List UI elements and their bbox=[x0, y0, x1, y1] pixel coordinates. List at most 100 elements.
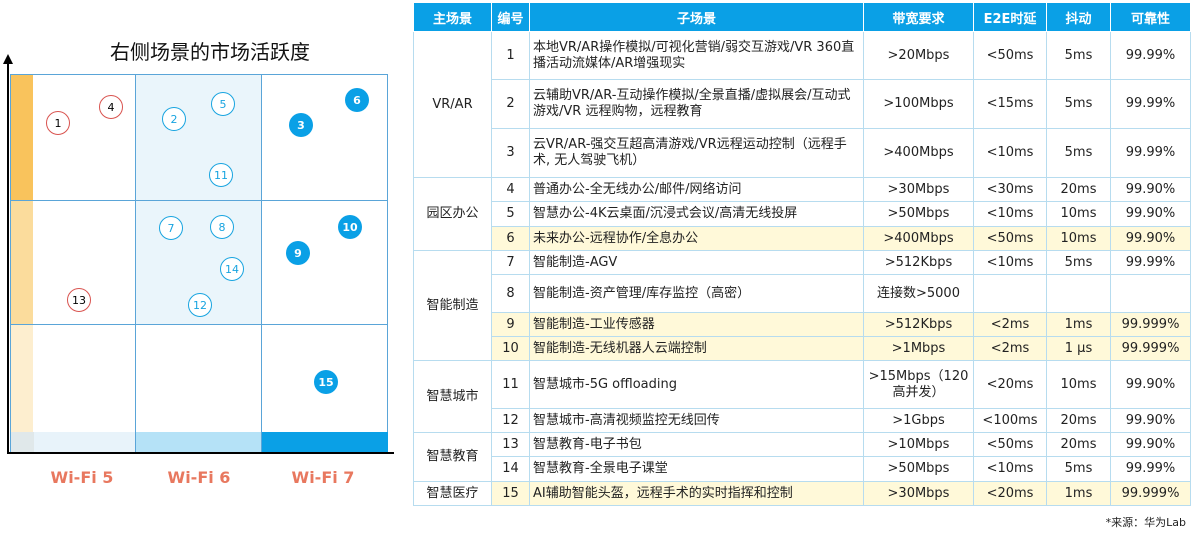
table-row: 9 智能制造-工业传感器 >512Kbps <2ms 1ms 99.999% bbox=[414, 312, 1191, 337]
reliability-cell: 99.99% bbox=[1110, 79, 1191, 129]
sub-scene-cell: AI辅助智能头盔，远程手术的实时指挥和控制 bbox=[529, 481, 864, 506]
col-header-sub-scene: 子场景 bbox=[529, 2, 864, 32]
reliability-cell: 99.99% bbox=[1110, 250, 1191, 275]
col-header-jitter: 抖动 bbox=[1046, 2, 1111, 32]
scenario-bubble: 15 bbox=[314, 370, 338, 394]
e2e-latency-cell: <2ms bbox=[973, 336, 1047, 361]
scene-number-cell: 5 bbox=[491, 201, 530, 227]
col-header-e2e-latency: E2E时延 bbox=[973, 2, 1047, 32]
scenario-bubble: 5 bbox=[211, 92, 235, 116]
scenario-requirements-table: 主场景 编号 子场景 带宽要求 E2E时延 抖动 可靠性 VR/AR 1 本地VR/… bbox=[413, 2, 1191, 506]
scene-number-cell: 14 bbox=[491, 456, 530, 482]
grid-cell bbox=[261, 200, 388, 325]
jitter-cell: 10ms bbox=[1046, 201, 1111, 227]
reliability-cell: 99.90% bbox=[1110, 226, 1191, 251]
sub-scene-cell: 云VR/AR-强交互超高清游戏/VR远程运动控制（远程手术, 无人驾驶飞机） bbox=[529, 128, 864, 178]
scene-number-cell: 12 bbox=[491, 408, 530, 433]
grid-cell bbox=[261, 74, 388, 201]
scenario-bubble: 3 bbox=[289, 113, 313, 137]
scene-number-cell: 10 bbox=[491, 336, 530, 361]
bandwidth-cell: >1Gbps bbox=[863, 408, 974, 433]
jitter-cell: 1ms bbox=[1046, 481, 1111, 506]
e2e-latency-cell: <15ms bbox=[973, 79, 1047, 129]
scenario-bubble: 1 bbox=[46, 111, 70, 135]
scenario-bubble: 10 bbox=[338, 215, 362, 239]
chart-title: 右侧场景的市场活跃度 bbox=[110, 40, 310, 64]
scene-number-cell: 7 bbox=[491, 250, 530, 275]
sub-scene-cell: 智慧城市-5G offloading bbox=[529, 360, 864, 409]
reliability-cell: 99.90% bbox=[1110, 432, 1191, 457]
scenario-bubble: 13 bbox=[67, 288, 91, 312]
table-row: 2 云辅助VR/AR-互动操作模拟/全景直播/虚拟展会/互动式游戏/VR 远程购物… bbox=[414, 79, 1191, 129]
sub-scene-cell: 普通办公-全无线办公/邮件/网络访问 bbox=[529, 177, 864, 202]
wifi5-bar bbox=[34, 432, 135, 452]
y-axis bbox=[7, 60, 9, 454]
bandwidth-cell: >512Kbps bbox=[863, 250, 974, 275]
reliability-cell: 99.90% bbox=[1110, 177, 1191, 202]
e2e-latency-cell: <2ms bbox=[973, 312, 1047, 337]
sub-scene-cell: 智能制造-无线机器人云端控制 bbox=[529, 336, 864, 361]
reliability-cell: 99.999% bbox=[1110, 312, 1191, 337]
bandwidth-cell: >400Mbps bbox=[863, 226, 974, 251]
sub-scene-cell: 未来办公-远程协作/全息办公 bbox=[529, 226, 864, 251]
sub-scene-cell: 智慧城市-高清视频监控无线回传 bbox=[529, 408, 864, 433]
bandwidth-cell: >10Mbps bbox=[863, 432, 974, 457]
e2e-latency-cell: <30ms bbox=[973, 177, 1047, 202]
col-header-bandwidth: 带宽要求 bbox=[863, 2, 974, 32]
table-row: VR/AR 1 本地VR/AR操作模拟/可视化营销/弱交互游戏/VR 360直播活动… bbox=[413, 31, 1191, 178]
col-header-main-scene: 主场景 bbox=[413, 2, 492, 32]
scene-number-cell: 3 bbox=[491, 128, 530, 178]
jitter-cell: 10ms bbox=[1046, 226, 1111, 251]
jitter-cell: 5ms bbox=[1046, 128, 1111, 178]
bandwidth-cell: >1Mbps bbox=[863, 336, 974, 361]
reliability-cell bbox=[1110, 274, 1191, 313]
scene-number-cell: 8 bbox=[491, 274, 530, 313]
e2e-latency-cell: <10ms bbox=[973, 456, 1047, 482]
scenario-bubble: 11 bbox=[209, 163, 233, 187]
jitter-cell: 5ms bbox=[1046, 250, 1111, 275]
reliability-cell: 99.99% bbox=[1110, 128, 1191, 178]
e2e-latency-cell: <50ms bbox=[973, 226, 1047, 251]
sub-scene-cell: 智能制造-资产管理/库存监控（高密） bbox=[529, 274, 864, 313]
bandwidth-cell: >50Mbps bbox=[863, 456, 974, 482]
scene-number-cell: 11 bbox=[491, 360, 530, 409]
source-note: *来源：华为Lab bbox=[1105, 516, 1186, 529]
y-axis-arrow-icon bbox=[3, 54, 13, 64]
e2e-latency-cell: <50ms bbox=[973, 31, 1047, 80]
wifi7-bar bbox=[262, 432, 388, 452]
sub-scene-cell: 智慧教育-全景电子课堂 bbox=[529, 456, 864, 482]
bandwidth-cell: >15Mbps（120高并发） bbox=[863, 360, 974, 409]
jitter-cell: 1ms bbox=[1046, 312, 1111, 337]
bandwidth-cell: >30Mbps bbox=[863, 177, 974, 202]
x-label-wifi6: Wi-Fi 6 bbox=[167, 468, 231, 487]
table-row: 智慧教育 13 智慧教育-电子书包 >10Mbps <50ms 20ms 99.90% bbox=[413, 432, 1191, 482]
jitter-cell: 5ms bbox=[1046, 456, 1111, 482]
x-label-wifi7: Wi-Fi 7 bbox=[291, 468, 355, 487]
scene-number-cell: 9 bbox=[491, 312, 530, 337]
e2e-latency-cell: <10ms bbox=[973, 201, 1047, 227]
table-row: 3 云VR/AR-强交互超高清游戏/VR远程运动控制（远程手术, 无人驾驶飞机） >… bbox=[414, 128, 1191, 178]
jitter-cell: 5ms bbox=[1046, 79, 1111, 129]
scenario-bubble: 4 bbox=[99, 95, 123, 119]
sub-scene-cell: 云辅助VR/AR-互动操作模拟/全景直播/虚拟展会/互动式游戏/VR 远程购物，… bbox=[529, 79, 864, 129]
scene-number-cell: 6 bbox=[491, 226, 530, 251]
table-row: 智慧城市 11 智慧城市-5G offloading >15Mbps（120高并发） <… bbox=[413, 360, 1191, 433]
main-scene-cell: 智慧教育 bbox=[413, 432, 492, 482]
reliability-cell: 99.99% bbox=[1110, 456, 1191, 482]
table-body: VR/AR 1 本地VR/AR操作模拟/可视化营销/弱交互游戏/VR 360直播活动… bbox=[413, 31, 1191, 506]
reliability-cell: 99.999% bbox=[1110, 336, 1191, 361]
e2e-latency-cell: <10ms bbox=[973, 250, 1047, 275]
scenario-bubble: 9 bbox=[286, 241, 310, 265]
scene-number-cell: 1 bbox=[491, 31, 530, 80]
reliability-cell: 99.90% bbox=[1110, 408, 1191, 433]
jitter-cell: 20ms bbox=[1046, 177, 1111, 202]
sub-scene-cell: 本地VR/AR操作模拟/可视化营销/弱交互游戏/VR 360直播活动流媒体/AR… bbox=[529, 31, 864, 80]
market-activity-chart: 右侧场景的市场活跃度 1 4 13 2 5 11 7 8 14 12 6 3 1… bbox=[0, 0, 400, 543]
reliability-cell: 99.90% bbox=[1110, 360, 1191, 409]
sub-scene-cell: 智能制造-工业传感器 bbox=[529, 312, 864, 337]
sub-scene-cell: 智慧教育-电子书包 bbox=[529, 432, 864, 457]
main-scene-cell: 智慧医疗 bbox=[413, 481, 492, 506]
scenario-bubble: 2 bbox=[162, 107, 186, 131]
bandwidth-cell: >512Kbps bbox=[863, 312, 974, 337]
main-scene-cell: 园区办公 bbox=[413, 177, 492, 251]
